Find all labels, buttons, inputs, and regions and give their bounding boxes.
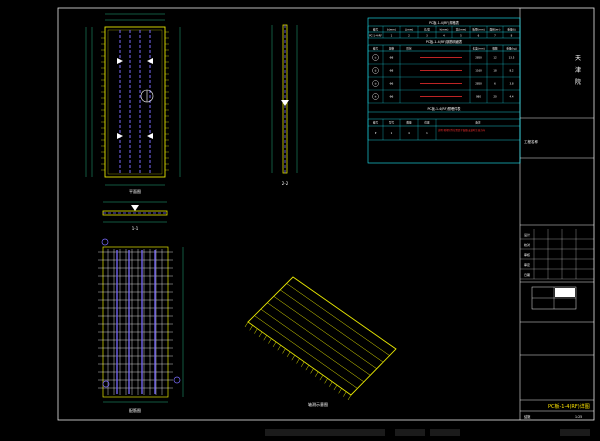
table-header-cell: h(mm): [440, 28, 449, 32]
rebar-count: 6: [494, 82, 496, 86]
table-cell: 6: [478, 34, 480, 38]
table-header-cell: 数量: [406, 121, 412, 125]
taskbar-item[interactable]: [560, 429, 590, 436]
rebar-view-label: 配筋图: [129, 407, 141, 413]
table-cell: 5: [460, 34, 462, 38]
rebar-spec: Φ6: [390, 95, 394, 99]
plan-view-label: 平面图: [129, 188, 141, 194]
rebar-weight: 13.5: [509, 56, 515, 60]
rebar-length: 980: [476, 95, 481, 99]
table-header-cell: 编号: [373, 47, 379, 51]
table-header-cell: 根数: [492, 47, 498, 51]
rebar-weight: 3.8: [509, 82, 513, 86]
project-label: 工程名称: [524, 139, 538, 144]
lifting-point-icon: [281, 100, 289, 106]
rebar-weight: 4.4: [509, 95, 513, 99]
spec-table-title: PC板-1-4(RF)规格表: [429, 20, 460, 25]
svg-text:津: 津: [575, 67, 581, 74]
title-block-row-label: 日期: [524, 272, 530, 277]
table-cell: PC-1-4-RF: [369, 34, 382, 38]
lifting-point-icon: [131, 205, 139, 211]
sheet-number: 结施: [524, 414, 531, 419]
rebar-length: 2850: [475, 82, 482, 86]
table-cell: 1: [426, 131, 428, 135]
rebar-number: ①: [374, 57, 377, 60]
rebar-number: ②: [374, 70, 377, 73]
table-header-cell: 形状: [406, 47, 412, 51]
table-header-cell: 型号: [389, 121, 395, 125]
isometric-view[interactable]: 轴测示意图: [244, 276, 397, 407]
table-header-cell: b(mm): [387, 28, 396, 32]
table-cell: 4: [408, 131, 410, 135]
rebar-spec: Φ8: [390, 69, 394, 73]
rebar-count: 18: [493, 69, 497, 73]
table-header-cell: 重量(t): [507, 28, 515, 32]
spec-table[interactable]: PC板-1-4(RF)规格表 编号 b(mm) L(mm) 长/宽 h(mm) 宽/(mm…: [367, 17, 521, 164]
table-cell: 2: [408, 34, 410, 38]
table-header-cell: 长度(mm): [472, 47, 484, 51]
table-cell: 7: [494, 34, 496, 38]
table-header-cell: 位置: [424, 121, 430, 125]
table-header-cell: 面积(m²): [490, 28, 501, 32]
lifting-point-icon: [117, 58, 153, 139]
table-note: 说明:预埋吊件位置见平面图,安装时注意方向: [438, 128, 486, 132]
rebar-view[interactable]: 配筋图: [98, 238, 184, 413]
title-block-row-label: 审核: [524, 252, 530, 257]
cad-drawing-canvas[interactable]: 平面图 2-2 1-1 配筋图 轴测示意图 PC板-1-4(RF)规格表 编号 …: [0, 0, 600, 431]
section-2-2-label: 2-2: [282, 181, 289, 186]
table-cell: 4: [443, 34, 445, 38]
table-header-cell: L(mm): [405, 28, 414, 32]
rebar-count: 12: [493, 56, 497, 60]
section-1-1-label: 1-1: [132, 226, 139, 231]
rebar-length: 2850: [475, 56, 482, 60]
rebar-spec: Φ6: [390, 82, 394, 86]
section-1-1-view[interactable]: 1-1: [102, 201, 168, 231]
table-cell: P: [375, 131, 377, 135]
section-2-2-view[interactable]: 2-2: [271, 24, 298, 186]
rebar-table-title: PC板-1-4(RF)钢筋明细表: [426, 39, 463, 44]
title-block-row-label: 校对: [524, 242, 530, 247]
table-cell: 1: [391, 34, 393, 38]
taskbar-item[interactable]: [265, 429, 385, 436]
taskbar[interactable]: [0, 422, 600, 436]
table-header-cell: 宽/(mm): [456, 28, 467, 32]
rebar-number: ④: [374, 96, 377, 99]
embed-table-title: PC板-1-4(RF)预埋件表: [428, 106, 462, 111]
drawing-frame: [57, 7, 595, 421]
drawing-scale: 1:25: [575, 415, 582, 419]
table-header-cell: 长/宽: [424, 28, 430, 32]
plan-view[interactable]: 平面图: [85, 13, 181, 194]
taskbar-item[interactable]: [395, 429, 425, 436]
rebar-count: 20: [493, 95, 497, 99]
table-header-cell: 备注: [475, 121, 481, 125]
svg-text:院: 院: [575, 78, 581, 86]
rebar-weight: 8.2: [509, 69, 513, 73]
title-block-row-label: 设计: [524, 232, 530, 237]
table-header-cell: 重量(kg): [506, 47, 516, 51]
rebar-spec: Φ8: [390, 56, 394, 60]
table-header-cell: 规格: [389, 47, 395, 51]
drawing-title: PC板-1-4(RF)详图: [548, 403, 590, 410]
taskbar-item[interactable]: [430, 429, 460, 436]
table-cell: 1: [391, 131, 393, 135]
table-header-cell: 编号: [373, 121, 379, 125]
table-cell: 8: [511, 34, 513, 38]
title-block[interactable]: 天 津 院 工程名称 设计校对审核审定日期 PC板-1-4(RF)详图 结施 1…: [520, 55, 594, 419]
isometric-view-label: 轴测示意图: [308, 401, 328, 407]
table-cell: 3: [426, 34, 428, 38]
company-logo: 天: [575, 55, 581, 62]
title-block-row-label: 审定: [524, 262, 530, 267]
table-header-cell: 编号: [373, 28, 379, 32]
rebar-number: ③: [374, 83, 377, 86]
table-header-cell: 板厚(mm): [472, 28, 484, 32]
rebar-length: 1160: [475, 69, 482, 73]
